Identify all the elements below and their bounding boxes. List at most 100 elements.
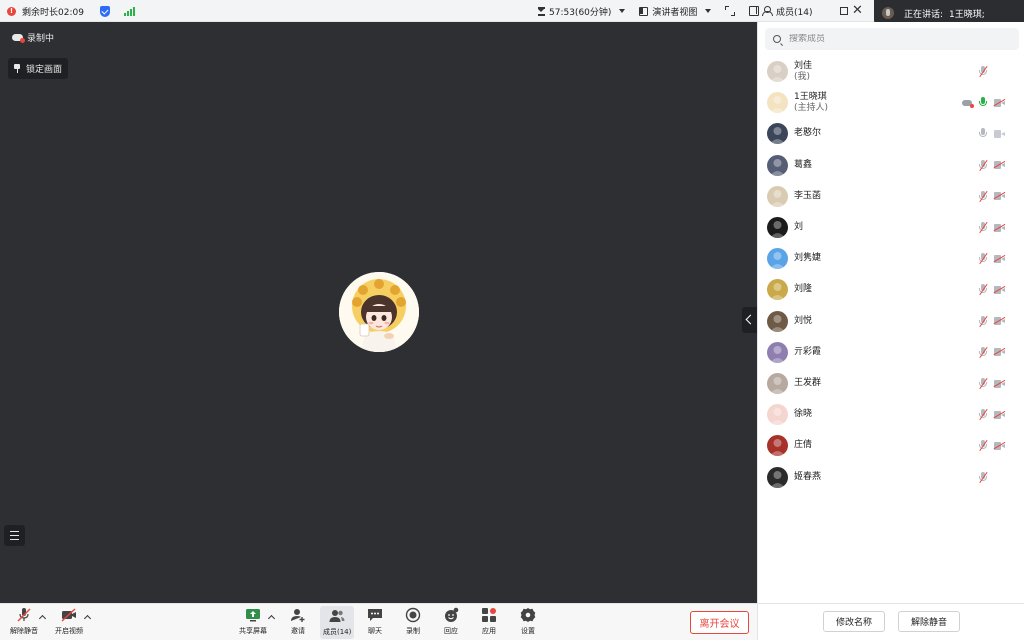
camera-off-icon[interactable]: [993, 379, 1006, 388]
rename-button[interactable]: 修改名称: [823, 611, 885, 632]
mic-muted-icon[interactable]: [978, 409, 988, 421]
popout-icon[interactable]: [840, 7, 848, 15]
mic-muted-icon[interactable]: [978, 159, 988, 171]
chevron-up-icon[interactable]: [83, 614, 92, 623]
chevron-up-icon[interactable]: [267, 614, 276, 623]
member-row[interactable]: 1王晓琪 (主持人): [758, 87, 1024, 118]
member-name: 王发群: [794, 378, 822, 388]
member-search[interactable]: [765, 28, 1019, 50]
member-row[interactable]: 姬春燕: [758, 462, 1024, 493]
participant-list-button[interactable]: [4, 525, 25, 546]
cartoon-girl-avatar-icon: [339, 272, 419, 352]
member-row[interactable]: 徐晓: [758, 399, 1024, 430]
smile-icon: [443, 607, 459, 623]
member-row[interactable]: 刘隽婕: [758, 243, 1024, 274]
mic-muted-icon[interactable]: [978, 221, 988, 234]
member-avatar: [767, 92, 788, 114]
chat-button[interactable]: 聊天: [367, 607, 383, 636]
members-title: 成员(14): [776, 7, 813, 18]
camera-off-icon[interactable]: [993, 192, 1006, 201]
camera-off-icon[interactable]: [993, 254, 1006, 263]
mic-muted-icon[interactable]: [978, 471, 988, 483]
member-status-icons: [978, 221, 1006, 234]
member-name-block: 王发群: [794, 378, 821, 389]
member-name: 1王晓琪: [794, 91, 827, 102]
start-video-button[interactable]: 开启视频: [55, 607, 83, 636]
member-status-icons: [978, 128, 1005, 139]
timer-dropdown[interactable]: 57:53(60分钟): [538, 5, 626, 18]
member-name-block: 葛鑫: [794, 160, 812, 171]
camera-off-icon[interactable]: [993, 98, 1006, 107]
member-row[interactable]: 王发群: [758, 368, 1024, 399]
camera-off-icon[interactable]: [993, 160, 1006, 170]
member-row[interactable]: 亓彩霞: [758, 337, 1024, 368]
mic-icon[interactable]: [978, 97, 988, 108]
unmute-all-button[interactable]: 解除静音: [898, 611, 960, 632]
network-signal-icon[interactable]: [123, 6, 135, 16]
security-shield-icon[interactable]: [99, 5, 110, 17]
member-status-icons: [978, 315, 1006, 327]
camera-icon[interactable]: [994, 129, 1005, 138]
member-row[interactable]: 刘佳 (我): [758, 56, 1024, 87]
view-mode-dropdown[interactable]: 演讲者视图: [639, 5, 712, 18]
chevron-down-icon: [619, 9, 626, 13]
chevron-up-icon[interactable]: [38, 614, 47, 623]
react-button[interactable]: 回应: [443, 607, 459, 636]
collapse-panel-button[interactable]: [742, 307, 757, 333]
members-panel-header: 成员(14) ✕: [758, 0, 870, 22]
member-status-icons: [978, 377, 1006, 390]
member-row[interactable]: 刘悦: [758, 306, 1024, 337]
mic-muted-icon: [16, 607, 32, 623]
mic-muted-icon[interactable]: [978, 315, 988, 327]
member-name-block: 李玉菡: [794, 191, 821, 202]
invite-button[interactable]: 邀请: [290, 607, 306, 636]
member-avatar: [767, 61, 788, 82]
member-row[interactable]: 刘隆: [758, 274, 1024, 305]
apps-button[interactable]: 应用: [481, 607, 497, 636]
mic-muted-icon[interactable]: [978, 65, 988, 78]
member-row[interactable]: 庄倩: [758, 430, 1024, 461]
member-status-icons: [978, 253, 1006, 265]
camera-off-icon[interactable]: [993, 441, 1006, 450]
camera-off-icon[interactable]: [993, 285, 1006, 294]
mic-muted-icon[interactable]: [978, 253, 988, 265]
close-icon[interactable]: ✕: [852, 3, 863, 19]
bottom-toolbar: 解除静音 开启视频 共享屏幕 邀请 成员(14) 聊天 录制 回应 应用 设置 …: [0, 603, 757, 640]
member-row[interactable]: 刘: [758, 212, 1024, 243]
settings-button[interactable]: 设置: [520, 607, 536, 636]
camera-off-icon[interactable]: [993, 410, 1006, 419]
unmute-button[interactable]: 解除静音: [10, 607, 38, 636]
member-name: 李玉菡: [794, 190, 822, 201]
member-avatar: [767, 154, 788, 176]
lock-view-button[interactable]: 锁定画面: [8, 58, 69, 79]
leave-meeting-button[interactable]: 离开会议: [690, 611, 749, 634]
camera-off-icon[interactable]: [993, 223, 1006, 232]
member-name: 庄倩: [794, 440, 813, 451]
mic-muted-icon[interactable]: [978, 440, 988, 452]
camera-off-icon[interactable]: [993, 348, 1006, 357]
mic-muted-icon[interactable]: [978, 190, 988, 203]
members-button[interactable]: 成员(14): [320, 606, 355, 639]
member-name: 老憨尔: [794, 128, 822, 139]
member-row[interactable]: 葛鑫: [758, 150, 1024, 181]
member-status-icons: [978, 284, 1006, 296]
start-video-label: 开启视频: [55, 627, 83, 635]
mic-muted-icon[interactable]: [978, 284, 988, 296]
search-input[interactable]: [789, 34, 989, 44]
mic-muted-icon[interactable]: [978, 377, 988, 390]
fullscreen-button[interactable]: [725, 6, 736, 16]
member-row[interactable]: 老憨尔: [758, 118, 1024, 149]
member-name: 刘隽婕: [794, 253, 822, 264]
members-panel: 刘佳(我) 1王晓琪(主持人) 老憨尔葛鑫李玉菡刘刘隽婕刘隆刘悦亓彩霞王发群徐晓庄倩…: [757, 22, 1024, 640]
camera-off-icon[interactable]: [993, 316, 1006, 326]
mic-icon[interactable]: [978, 128, 988, 139]
member-status-icons: [978, 190, 1006, 203]
record-button[interactable]: 录制: [405, 607, 421, 636]
member-avatar: [767, 435, 788, 457]
view-mode-label: 演讲者视图: [652, 7, 698, 18]
mic-muted-icon[interactable]: [978, 346, 988, 359]
member-row[interactable]: 李玉菡: [758, 181, 1024, 212]
member-name: 刘: [794, 222, 804, 232]
member-status-icons: [962, 97, 1006, 108]
share-screen-button[interactable]: 共享屏幕: [239, 607, 267, 636]
